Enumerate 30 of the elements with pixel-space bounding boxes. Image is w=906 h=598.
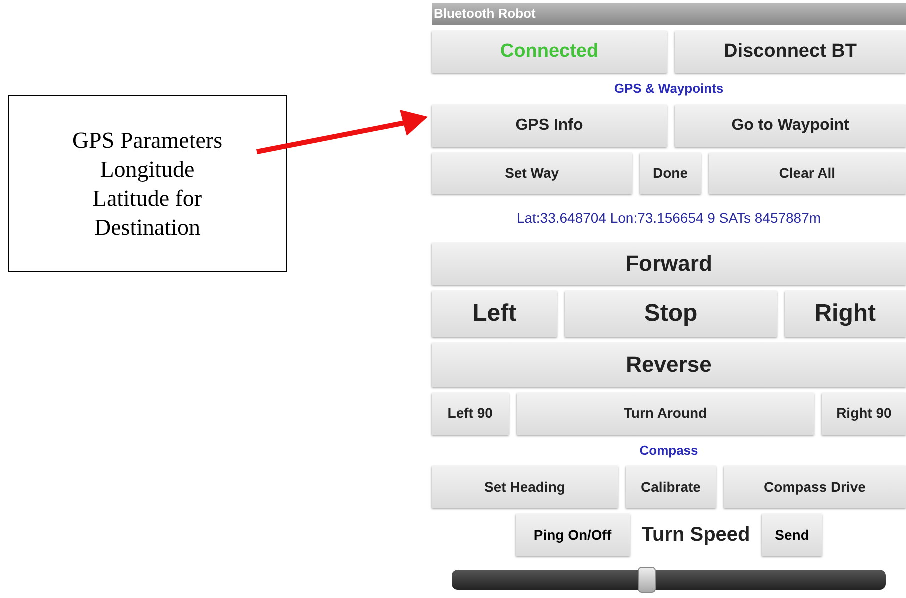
gps-readout: Lat:33.648704 Lon:73.156654 9 SATs 8457887m: [516, 208, 822, 228]
section-heading: GPS & Waypoints: [614, 80, 724, 98]
ping-button[interactable]: Ping On/Off: [516, 514, 630, 556]
control-button[interactable]: Right 90: [822, 392, 906, 434]
control-button[interactable]: Left 90: [432, 392, 509, 434]
speed-slider[interactable]: [452, 570, 886, 590]
control-button[interactable]: Go to Waypoint: [675, 104, 906, 146]
control-button[interactable]: Calibrate: [626, 466, 716, 508]
control-button[interactable]: Forward: [432, 242, 906, 284]
control-button[interactable]: Set Way: [432, 152, 632, 194]
callout-text: Longitude: [100, 156, 195, 184]
control-button[interactable]: Right: [784, 290, 906, 336]
control-button[interactable]: Left: [432, 290, 558, 336]
callout-text: Latitude for: [92, 184, 202, 212]
control-button[interactable]: Disconnect BT: [675, 31, 906, 73]
callout-text: GPS Parameters: [72, 126, 223, 154]
control-button[interactable]: Stop: [565, 290, 777, 336]
control-button[interactable]: Done: [640, 152, 701, 194]
control-button[interactable]: GPS Info: [432, 104, 667, 146]
control-button[interactable]: Set Heading: [432, 466, 618, 508]
turn-speed-label: Turn Speed: [640, 523, 752, 548]
control-button[interactable]: Reverse: [432, 342, 906, 386]
window-title: Bluetooth Robot: [433, 5, 537, 24]
callout-text: Destination: [94, 214, 201, 242]
control-button[interactable]: Clear All: [708, 152, 906, 194]
slider-thumb[interactable]: [638, 567, 656, 593]
control-button[interactable]: Compass Drive: [724, 466, 906, 508]
control-button[interactable]: Turn Around: [516, 392, 814, 434]
send-button[interactable]: Send: [762, 514, 822, 556]
section-heading: Compass: [640, 442, 698, 460]
